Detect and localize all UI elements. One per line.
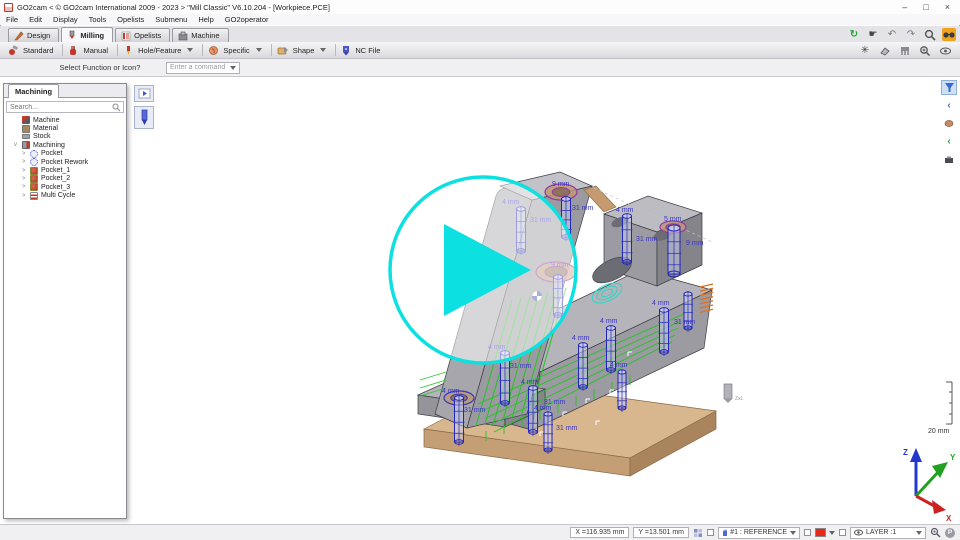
pocket-icon bbox=[30, 150, 38, 158]
dimension-label: 4 mm bbox=[652, 300, 670, 307]
tree-item-material[interactable]: Material bbox=[4, 124, 126, 132]
right-toolbar: ‹ ‹ bbox=[940, 80, 958, 167]
dimension-label: 31 mm bbox=[636, 236, 658, 243]
layer-caret bbox=[916, 531, 922, 535]
collapse-blue-icon[interactable]: ‹ bbox=[941, 98, 957, 113]
y-coordinate-readout: Y =13.501 mm bbox=[633, 527, 689, 538]
machine-icon bbox=[22, 116, 30, 124]
dimension-label: 4 mm bbox=[521, 379, 539, 386]
tree-item-pocket-3[interactable]: >Pocket_3 bbox=[4, 183, 126, 191]
stock-view-icon[interactable] bbox=[941, 116, 957, 131]
color-picker[interactable] bbox=[815, 528, 835, 537]
video-play-overlay[interactable] bbox=[390, 177, 576, 363]
scale-indicator: 20 mm bbox=[928, 382, 952, 435]
dimension-label: 4 mm bbox=[442, 388, 460, 395]
dimension-label: 4 mm bbox=[616, 207, 634, 214]
machining-tree: Machine Material Stock vMachining >Pocke… bbox=[4, 116, 126, 200]
dimension-label: 4 mm bbox=[534, 405, 552, 412]
dimension-label: 4 mm bbox=[600, 318, 618, 325]
axis-z-label: Z bbox=[903, 448, 908, 457]
reference-cube-icon bbox=[722, 529, 727, 537]
machining-panel: Machining Machine Material Stock vMachin… bbox=[3, 83, 127, 519]
dimension-label: 31 mm bbox=[572, 205, 594, 212]
pocket-icon bbox=[30, 158, 38, 166]
tree-item-pocket-1[interactable]: >Pocket_1 bbox=[4, 166, 126, 174]
search-icon bbox=[112, 103, 121, 112]
layer-eye-icon bbox=[854, 529, 863, 536]
go2cam-window: GO2cam < © GO2cam International 2009 - 2… bbox=[0, 0, 960, 540]
tree-item-pocket[interactable]: >Pocket bbox=[4, 150, 126, 158]
dimension-label: 31 mm bbox=[464, 407, 486, 414]
layer-zoom-icon[interactable] bbox=[930, 527, 941, 538]
tool-preview-icon: ZxL bbox=[724, 384, 744, 403]
pocket-red-icon bbox=[30, 167, 38, 175]
tree-item-multi-cycle[interactable]: >Multi Cycle bbox=[4, 192, 126, 200]
tree-item-pocket-2[interactable]: >Pocket_2 bbox=[4, 175, 126, 183]
reference-dropdown[interactable]: #1 : REFERENCE bbox=[718, 527, 800, 539]
drill-tool[interactable] bbox=[617, 369, 627, 412]
pocket-red-icon bbox=[30, 183, 38, 191]
axis-triad: Z Y X bbox=[903, 448, 956, 523]
reference-checkbox[interactable] bbox=[707, 529, 714, 536]
tree-item-machine[interactable]: Machine bbox=[4, 116, 126, 124]
tool-panel-button[interactable] bbox=[134, 106, 154, 129]
drill-tool[interactable] bbox=[543, 411, 553, 454]
stock-icon bbox=[22, 134, 30, 139]
layer-dropdown[interactable]: LAYER :1 bbox=[850, 527, 926, 539]
dimension-label: 4 mm bbox=[610, 362, 628, 369]
grid-icon[interactable] bbox=[693, 528, 703, 538]
machine-view-icon[interactable] bbox=[941, 152, 957, 167]
drill-icon bbox=[139, 109, 150, 126]
color-checkbox[interactable] bbox=[804, 529, 811, 536]
help-button[interactable]: P bbox=[945, 528, 955, 538]
dimension-label: 31 mm bbox=[556, 425, 578, 432]
replay-panel-button[interactable] bbox=[134, 85, 154, 102]
dimension-label: 9 mm bbox=[552, 181, 570, 188]
axis-x-label: X bbox=[946, 514, 952, 523]
dimension-label: 31 mm bbox=[674, 319, 696, 326]
tree-item-stock[interactable]: Stock bbox=[4, 133, 126, 141]
drill-tool[interactable] bbox=[454, 395, 465, 446]
drill-tool[interactable] bbox=[578, 342, 589, 391]
drill-tool[interactable] bbox=[659, 307, 670, 356]
x-coordinate-readout: X =116.935 mm bbox=[570, 527, 629, 538]
search-input[interactable] bbox=[7, 104, 112, 111]
tree-item-machining[interactable]: vMachining bbox=[4, 141, 126, 149]
dimension-label: 4 mm bbox=[572, 335, 590, 342]
machining-icon bbox=[22, 141, 30, 149]
tool-preview-label: ZxL bbox=[735, 396, 744, 402]
filter-icon[interactable] bbox=[941, 80, 957, 95]
current-color-swatch bbox=[815, 528, 826, 537]
panel-tab-strip: Machining bbox=[4, 84, 126, 98]
panel-tab-machining[interactable]: Machining bbox=[8, 84, 59, 98]
axis-y-label: Y bbox=[950, 453, 956, 462]
search-box[interactable] bbox=[6, 101, 124, 113]
pocket-red-icon bbox=[30, 175, 38, 183]
drill-tool[interactable] bbox=[622, 213, 633, 266]
reference-caret bbox=[790, 531, 796, 535]
collapse-green-icon[interactable]: ‹ bbox=[941, 134, 957, 149]
dimension-label: 9 mm bbox=[686, 240, 704, 247]
layer-checkbox[interactable] bbox=[839, 529, 846, 536]
dimension-label: 5 mm bbox=[664, 216, 682, 223]
material-icon bbox=[22, 125, 30, 133]
dimension-label: 31 mm bbox=[510, 363, 532, 370]
scale-label: 20 mm bbox=[928, 428, 950, 435]
status-bar: X =116.935 mm Y =13.501 mm #1 : REFERENC… bbox=[0, 524, 960, 540]
tree-item-pocket-rework[interactable]: >Pocket Rework bbox=[4, 158, 126, 166]
multi-cycle-icon bbox=[30, 192, 38, 200]
replay-icon bbox=[138, 88, 151, 99]
drill-tool[interactable] bbox=[667, 225, 681, 278]
